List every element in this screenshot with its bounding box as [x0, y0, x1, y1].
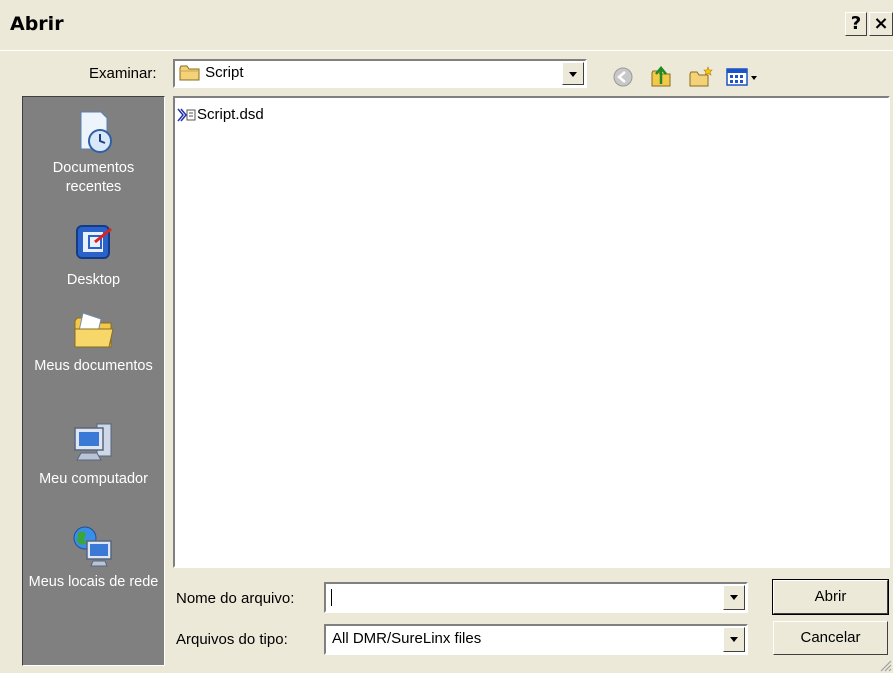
filename-dropdown-button[interactable]	[723, 585, 745, 610]
places-bar: Documentos recentes Desktop Meus documen…	[22, 96, 165, 666]
place-label: Meus documentos	[34, 358, 153, 374]
desktop-icon	[75, 225, 112, 259]
look-in-value: Script	[205, 64, 244, 81]
place-label: Documentos recentes	[52, 160, 135, 195]
place-desktop[interactable]: Desktop	[23, 221, 164, 290]
close-button[interactable]: ×	[869, 12, 893, 36]
window-title: Abrir	[10, 13, 64, 35]
filetype-value: All DMR/SureLinx files	[332, 630, 482, 647]
filename-label: Nome do arquivo:	[176, 590, 295, 607]
filetype-label: Arquivos do tipo:	[176, 631, 288, 648]
place-network-places[interactable]: Meus locais de rede	[23, 523, 164, 592]
file-name: Script.dsd	[197, 106, 264, 123]
up-folder-icon[interactable]	[648, 64, 674, 90]
recent-documents-icon	[80, 111, 112, 153]
place-recent-documents[interactable]: Documentos recentes	[23, 109, 164, 197]
help-button[interactable]: ?	[845, 12, 867, 36]
filetype-select[interactable]: All DMR/SureLinx files	[324, 624, 748, 655]
views-menu-icon[interactable]	[724, 64, 762, 90]
place-my-computer[interactable]: Meu computador	[23, 420, 164, 489]
folder-icon	[179, 65, 200, 81]
look-in-select[interactable]: Script	[173, 59, 587, 88]
new-folder-icon[interactable]	[688, 64, 714, 90]
file-list[interactable]: Script.dsd	[173, 96, 890, 568]
text-cursor	[331, 589, 332, 606]
place-label: Meus locais de rede	[28, 574, 159, 590]
dsd-file-icon	[177, 108, 196, 122]
file-item[interactable]: Script.dsd	[177, 106, 264, 123]
place-label: Meu computador	[39, 471, 148, 487]
open-file-dialog: Abrir ? × Examinar: Script Documentos re…	[0, 0, 893, 673]
back-icon[interactable]	[610, 64, 636, 90]
place-label: Desktop	[66, 272, 121, 288]
look-in-label: Examinar:	[89, 65, 157, 82]
my-documents-icon	[74, 312, 114, 348]
network-places-icon	[73, 526, 112, 567]
filetype-dropdown-button[interactable]	[723, 627, 745, 652]
my-computer-icon	[73, 423, 111, 461]
cancel-button[interactable]: Cancelar	[773, 621, 888, 655]
open-button[interactable]: Abrir	[772, 579, 889, 615]
place-my-documents[interactable]: Meus documentos	[23, 307, 164, 376]
title-bar: Abrir ? ×	[0, 0, 893, 51]
resize-grip-icon[interactable]	[878, 658, 892, 672]
look-in-dropdown-button[interactable]	[562, 62, 584, 85]
filename-input[interactable]	[324, 582, 748, 613]
